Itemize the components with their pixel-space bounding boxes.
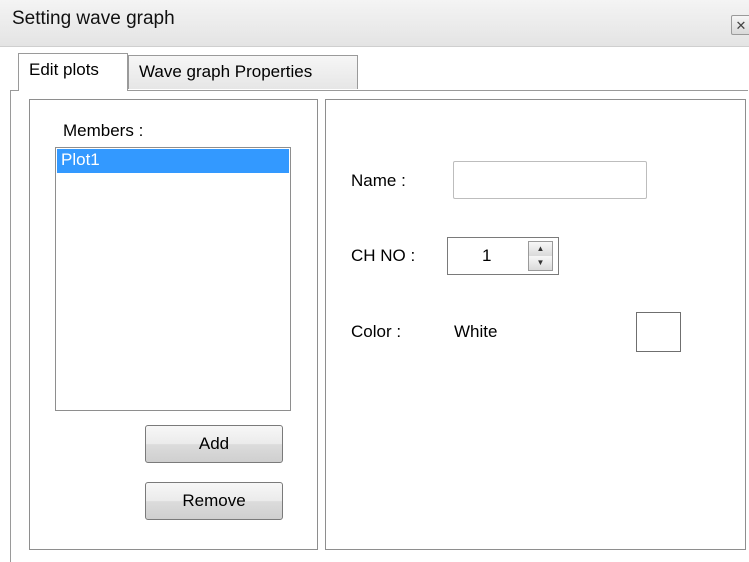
tab-label: Wave graph Properties (139, 62, 313, 81)
tab-panel: Members : Plot1 Add Remove Name : CH NO … (10, 90, 748, 562)
color-name: White (454, 322, 498, 341)
chevron-down-icon[interactable]: ▼ (529, 256, 552, 270)
close-icon: ✕ (735, 18, 747, 33)
list-item[interactable]: Plot1 (57, 149, 289, 173)
plot-properties-group: Name : CH NO : 1 ▲ ▼ Color : White (325, 99, 746, 550)
name-label: Name : (351, 171, 406, 190)
tab-label: Edit plots (29, 60, 99, 79)
name-field[interactable] (453, 161, 647, 199)
ch-no-value: 1 (482, 246, 492, 265)
title-bar: Setting wave graph ✕ (0, 0, 749, 47)
close-button[interactable]: ✕ (731, 15, 749, 35)
window-title: Setting wave graph (12, 8, 175, 29)
ch-no-label: CH NO : (351, 246, 416, 265)
tab-edit-plots[interactable]: Edit plots (18, 53, 128, 91)
members-label: Members : (63, 121, 144, 140)
chevron-up-icon[interactable]: ▲ (529, 242, 552, 257)
members-listbox[interactable]: Plot1 (55, 147, 291, 411)
members-group: Members : Plot1 Add Remove (29, 99, 318, 550)
tab-wave-graph-properties[interactable]: Wave graph Properties (128, 55, 358, 89)
ch-no-stepper[interactable]: 1 ▲ ▼ (447, 237, 559, 275)
remove-button[interactable]: Remove (145, 482, 283, 520)
add-button[interactable]: Add (145, 425, 283, 463)
spin-buttons: ▲ ▼ (528, 241, 553, 271)
color-label: Color : (351, 322, 402, 341)
color-swatch[interactable] (636, 312, 681, 352)
